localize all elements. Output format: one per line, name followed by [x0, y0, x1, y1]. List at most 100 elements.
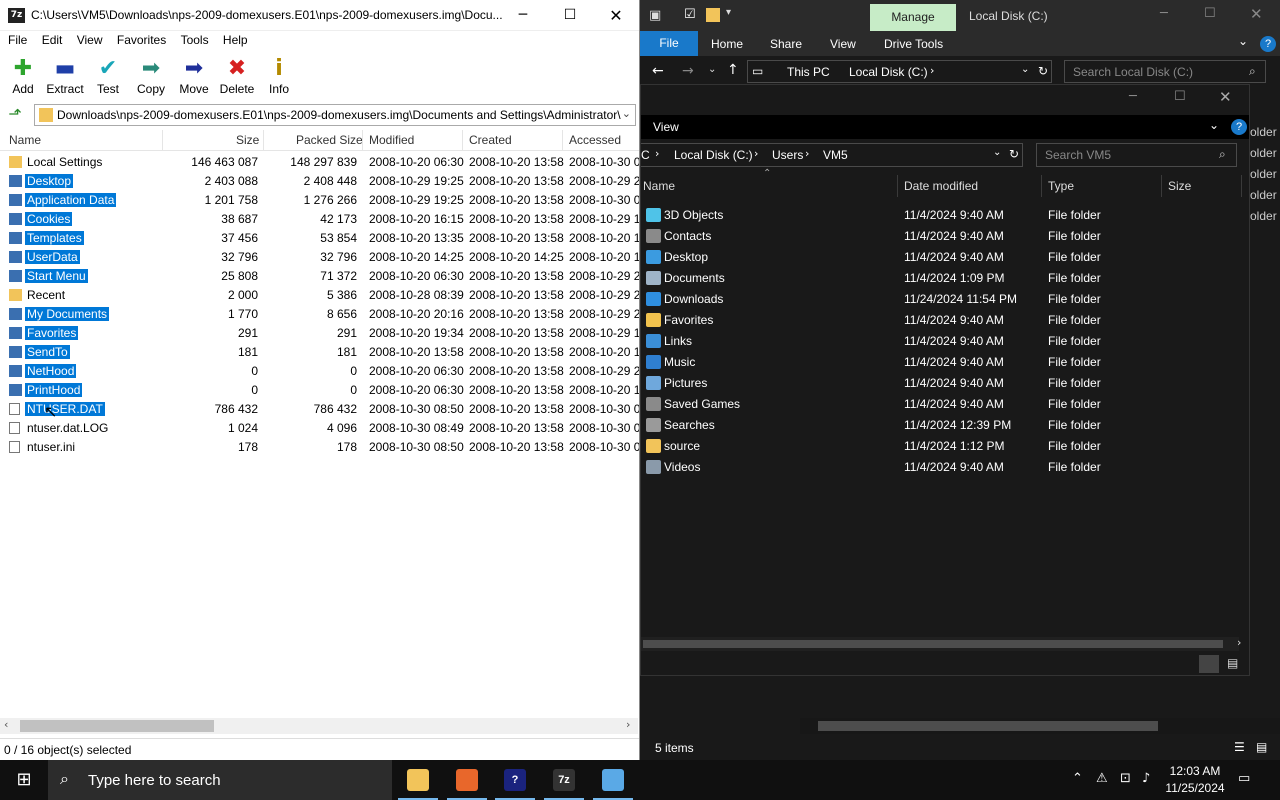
list-item[interactable]: Pictures 11/4/2024 9:40 AM File folder	[641, 373, 1249, 394]
table-row[interactable]: Favorites 291 291 2008-10-20 19:34 2008-10-2…	[0, 324, 639, 343]
list-item[interactable]: Desktop 11/4/2024 9:40 AM File folder	[641, 247, 1249, 268]
column-divider[interactable]	[162, 130, 163, 151]
ribbon-expand-icon[interactable]: ⌄	[1209, 118, 1219, 132]
back-arrow-icon[interactable]: ←	[652, 63, 664, 79]
crumb-users[interactable]: Users	[772, 148, 803, 162]
help-icon[interactable]: ?	[1231, 119, 1247, 135]
taskbar-app-file-explorer[interactable]	[394, 760, 442, 800]
refresh-icon[interactable]: ↻	[1038, 64, 1048, 78]
taskbar-app-firefox[interactable]	[443, 760, 491, 800]
list-item[interactable]: Favorites 11/4/2024 9:40 AM File folder	[641, 310, 1249, 331]
table-row[interactable]: Recent 2 000 5 386 2008-10-28 08:39 2008-10-…	[0, 286, 639, 305]
inner-horizontal-scrollbar[interactable]	[641, 637, 1239, 651]
taskbar-app-help[interactable]: ?	[491, 760, 539, 800]
scroll-right-icon[interactable]: ›	[1237, 636, 1241, 649]
copy-button[interactable]: ➡ Copy	[128, 56, 174, 96]
column-divider[interactable]	[1041, 175, 1042, 197]
address-bar[interactable]: ▭ This PC Local Disk (C:) › ⌄ ↻	[747, 60, 1052, 83]
up-folder-icon[interactable]: ⬏	[5, 105, 25, 125]
crumb-local-disk[interactable]: Local Disk (C:)	[849, 65, 928, 79]
extract-button[interactable]: ▬ Extract	[42, 56, 88, 96]
manage-tab[interactable]: Manage	[870, 4, 956, 31]
volume-icon[interactable]: ♪	[1142, 771, 1150, 786]
list-item[interactable]: Downloads 11/24/2024 11:54 PM File folder	[641, 289, 1249, 310]
delete-button[interactable]: ✖ Delete	[214, 56, 260, 96]
scroll-left-icon[interactable]: ‹	[4, 718, 8, 731]
table-row[interactable]: Local Settings 146 463 087 148 297 839 2008…	[0, 153, 639, 172]
details-view-icon[interactable]: ☰	[1234, 740, 1245, 754]
ribbon-tab-view[interactable]: View	[830, 37, 856, 51]
list-item[interactable]: Music 11/4/2024 9:40 AM File folder	[641, 352, 1249, 373]
scrollbar-thumb[interactable]	[20, 720, 214, 732]
ribbon-expand-icon[interactable]: ⌄	[1238, 34, 1248, 48]
column-date-modified[interactable]: Date modified	[904, 179, 978, 193]
ribbon-tab-view[interactable]: View	[653, 120, 679, 134]
info-button[interactable]: i Info	[256, 56, 302, 96]
inner-search-input[interactable]: Search VM5 ⌕	[1036, 143, 1237, 167]
column-divider[interactable]	[362, 130, 363, 151]
details-view-icon[interactable]	[1199, 655, 1219, 673]
column-created[interactable]: Created	[469, 133, 512, 147]
minimize-icon[interactable]: ─	[1160, 6, 1168, 21]
table-row[interactable]: ntuser.ini 178 178 2008-10-30 08:50 2008-10-…	[0, 438, 639, 457]
notifications-icon[interactable]: ▭	[1238, 771, 1250, 786]
list-item[interactable]: Saved Games 11/4/2024 9:40 AM File folder	[641, 394, 1249, 415]
table-row[interactable]: SendTo 181 181 2008-10-20 13:58 2008-10-20 1…	[0, 343, 639, 362]
column-divider[interactable]	[263, 130, 264, 151]
column-name[interactable]: Name	[9, 133, 41, 147]
network-icon[interactable]: ⊡	[1120, 771, 1131, 786]
table-row[interactable]: Templates 37 456 53 854 2008-10-20 13:35 200…	[0, 229, 639, 248]
menu-file[interactable]: File	[8, 31, 27, 47]
list-item[interactable]: Searches 11/4/2024 12:39 PM File folder	[641, 415, 1249, 436]
maximize-icon[interactable]: ☐	[547, 0, 593, 31]
column-divider[interactable]	[1241, 175, 1242, 197]
path-dropdown-icon[interactable]: ⌄	[622, 107, 631, 120]
close-icon[interactable]: ✕	[593, 0, 639, 31]
horizontal-scrollbar[interactable]	[800, 718, 1280, 734]
table-row[interactable]: PrintHood 0 0 2008-10-20 06:30 2008-10-20 13…	[0, 381, 639, 400]
list-item[interactable]: Documents 11/4/2024 1:09 PM File folder	[641, 268, 1249, 289]
column-divider[interactable]	[1161, 175, 1162, 197]
inner-address-bar[interactable]: C › Local Disk (C:) › Users › VM5 ⌄ ↻	[641, 143, 1023, 167]
list-item[interactable]: Videos 11/4/2024 9:40 AM File folder	[641, 457, 1249, 478]
list-item[interactable]: Links 11/4/2024 9:40 AM File folder	[641, 331, 1249, 352]
ribbon-tab-home[interactable]: Home	[711, 37, 743, 51]
tiles-view-icon[interactable]: ▤	[1227, 656, 1238, 670]
ribbon-tab-share[interactable]: Share	[770, 37, 802, 51]
column-type[interactable]: Type	[1048, 179, 1074, 193]
crumb-this-pc[interactable]: C	[641, 148, 650, 162]
test-button[interactable]: ✔ Test	[85, 56, 131, 96]
ribbon-tab-file[interactable]: File	[640, 31, 698, 56]
recent-locations-icon[interactable]: ⌄	[708, 64, 716, 75]
tiles-view-icon[interactable]: ▤	[1256, 740, 1267, 754]
table-row[interactable]: UserData 32 796 32 796 2008-10-20 14:25 2008…	[0, 248, 639, 267]
taskbar-clock[interactable]: 12:03 AM 11/25/2024	[1160, 763, 1230, 797]
forward-arrow-icon[interactable]: →	[682, 63, 694, 79]
add-button[interactable]: ✚ Add	[0, 56, 46, 96]
help-icon[interactable]: ?	[1260, 36, 1276, 52]
move-button[interactable]: ➡ Move	[171, 56, 217, 96]
table-row[interactable]: ntuser.dat.LOG 1 024 4 096 2008-10-30 08:49…	[0, 419, 639, 438]
list-item[interactable]: Contacts 11/4/2024 9:40 AM File folder	[641, 226, 1249, 247]
column-divider[interactable]	[897, 175, 898, 197]
taskbar-search-box[interactable]: ⌕ Type here to search	[48, 760, 392, 800]
horizontal-scrollbar[interactable]: ‹ ›	[0, 718, 638, 734]
table-row[interactable]: Desktop 2 403 088 2 408 448 2008-10-29 19:2…	[0, 172, 639, 191]
column-packed-size[interactable]: Packed Size	[296, 133, 363, 147]
windows-start-icon[interactable]: ⊞	[0, 760, 48, 800]
menu-help[interactable]: Help	[223, 31, 248, 47]
column-size[interactable]: Size	[1168, 179, 1191, 193]
crumb-local-disk[interactable]: Local Disk (C:)	[674, 148, 753, 162]
table-row[interactable]: Application Data 1 201 758 1 276 266 2008-1…	[0, 191, 639, 210]
refresh-icon[interactable]: ↻	[1009, 147, 1019, 161]
crumb-this-pc[interactable]: This PC	[787, 65, 830, 79]
menu-edit[interactable]: Edit	[42, 31, 63, 47]
menu-view[interactable]: View	[77, 31, 103, 47]
menu-tools[interactable]: Tools	[181, 31, 209, 47]
maximize-icon[interactable]: ☐	[1204, 6, 1216, 21]
properties-icon[interactable]: ☑	[684, 7, 696, 22]
column-name[interactable]: Name	[643, 179, 675, 193]
scrollbar-thumb[interactable]	[643, 640, 1223, 648]
column-modified[interactable]: Modified	[369, 133, 414, 147]
table-row[interactable]: Start Menu 25 808 71 372 2008-10-20 06:30 20…	[0, 267, 639, 286]
